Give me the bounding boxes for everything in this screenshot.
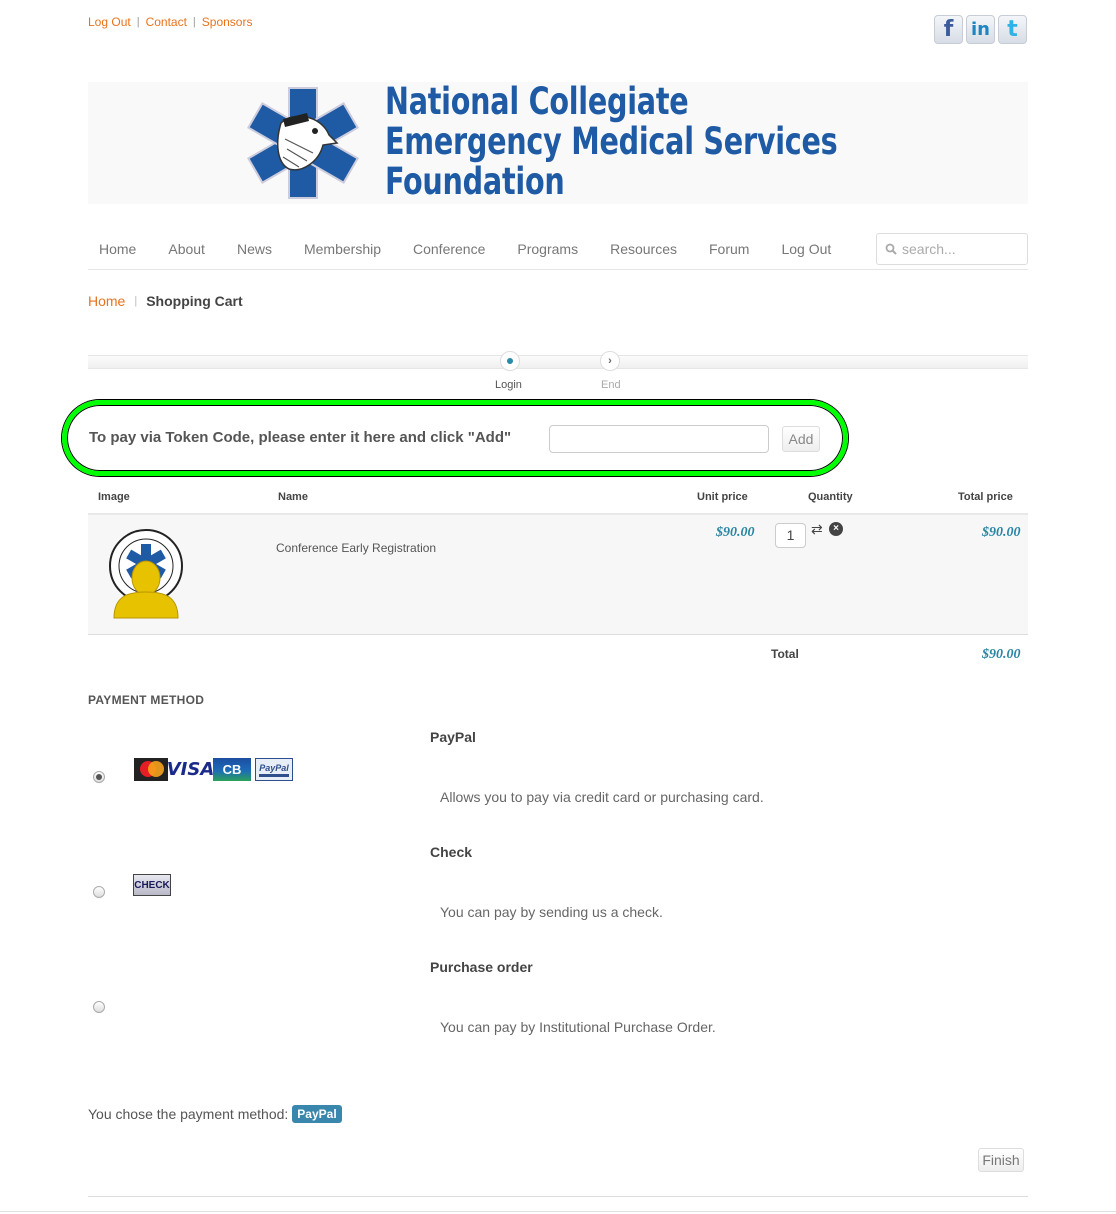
payment-method-name: Check (430, 844, 473, 860)
nav-item-about[interactable]: About (157, 233, 221, 265)
paypal-card-logos: VISA CB PayPal (134, 758, 293, 781)
column-header-quantity: Quantity (808, 491, 853, 503)
nav-item-forum[interactable]: Forum (698, 233, 765, 265)
separator: | (134, 295, 138, 307)
top-link-logout[interactable]: Log Out (88, 15, 131, 29)
row-total-price: $90.00 (982, 525, 1021, 540)
checkout-steps-bar (88, 355, 1028, 369)
logo-line: Emergency Medical Services (385, 120, 838, 163)
chosen-payment-method: You chose the payment method: PayPal (88, 1105, 342, 1123)
payment-radio-paypal[interactable] (93, 771, 105, 783)
product-image (109, 529, 183, 619)
logo-line: National Collegiate (385, 80, 689, 123)
token-code-label: To pay via Token Code, please enter it h… (89, 429, 512, 446)
update-quantity-icon[interactable]: ⇄ (811, 521, 823, 538)
chosen-payment-badge: PayPal (292, 1105, 342, 1123)
step-end-indicator: › (600, 351, 620, 371)
total-label: Total (771, 647, 799, 661)
search-box (876, 233, 1028, 265)
nav-item-conference[interactable]: Conference (402, 233, 501, 265)
payment-method-name: PayPal (430, 729, 476, 745)
nav-item-programs[interactable]: Programs (506, 233, 594, 265)
current-step-dot-icon (507, 358, 513, 364)
facebook-icon[interactable]: f (934, 15, 963, 44)
grand-total: $90.00 (982, 647, 1021, 662)
chosen-payment-label: You chose the payment method: (88, 1106, 289, 1122)
top-link-sponsors[interactable]: Sponsors (202, 15, 253, 29)
payment-method-description: You can pay by sending us a check. (440, 904, 663, 920)
column-header-image: Image (98, 491, 130, 503)
separator: | (136, 16, 140, 28)
column-header-unit-price: Unit price (697, 491, 748, 503)
table-row (88, 515, 1028, 635)
nav-item-logout[interactable]: Log Out (770, 233, 847, 265)
payment-method-name: Purchase order (430, 959, 533, 975)
visa-logo-icon: VISA (166, 759, 215, 780)
twitter-icon[interactable]: t (998, 15, 1027, 44)
payment-method-description: You can pay by Institutional Purchase Or… (440, 1019, 716, 1035)
payment-method-description: Allows you to pay via credit card or pur… (440, 789, 764, 805)
breadcrumb-current: Shopping Cart (146, 293, 243, 309)
nav-item-news[interactable]: News (226, 233, 288, 265)
quantity-input[interactable]: 1 (775, 523, 806, 548)
radio-selected-dot-icon (96, 774, 102, 780)
star-of-life-logo-icon[interactable] (245, 86, 361, 200)
breadcrumb: Home | Shopping Cart (88, 293, 243, 309)
paypal-logo-text: PayPal (259, 762, 289, 773)
finish-button[interactable]: Finish (978, 1148, 1024, 1172)
footer-divider (88, 1196, 1028, 1197)
logo-line: Foundation (385, 160, 565, 203)
chevron-right-icon: › (608, 355, 612, 367)
step-label-end: End (601, 379, 621, 391)
nav-item-resources[interactable]: Resources (599, 233, 693, 265)
token-code-input[interactable] (549, 425, 769, 453)
column-header-name: Name (278, 491, 308, 503)
social-links: f in t (934, 15, 1027, 44)
add-token-button[interactable]: Add (782, 426, 820, 452)
remove-item-icon[interactable]: × (829, 522, 843, 536)
separator: | (192, 16, 196, 28)
page-bottom-divider (0, 1211, 1116, 1212)
unit-price: $90.00 (716, 525, 755, 540)
nav-item-home[interactable]: Home (88, 233, 152, 265)
column-header-total-price: Total price (958, 491, 1013, 503)
foundation-logo-text[interactable]: National Collegiate Emergency Medical Se… (385, 82, 911, 202)
step-label-login: Login (495, 379, 522, 391)
check-logo-icon: CHECK (133, 874, 171, 896)
cb-logo-icon: CB (213, 758, 251, 781)
step-login-indicator (500, 351, 520, 371)
paypal-logo-icon: PayPal (255, 758, 293, 781)
breadcrumb-home[interactable]: Home (88, 293, 125, 309)
mastercard-logo-icon (134, 758, 168, 781)
search-icon (885, 243, 897, 255)
payment-radio-purchase-order[interactable] (93, 1001, 105, 1013)
payment-radio-check[interactable] (93, 886, 105, 898)
payment-method-title: PAYMENT METHOD (88, 693, 205, 707)
search-input[interactable] (902, 241, 1022, 257)
product-name[interactable]: Conference Early Registration (276, 541, 436, 555)
top-links: Log Out | Contact | Sponsors (88, 15, 252, 29)
top-link-contact[interactable]: Contact (146, 15, 187, 29)
nav-item-membership[interactable]: Membership (293, 233, 397, 265)
linkedin-icon[interactable]: in (966, 15, 995, 44)
